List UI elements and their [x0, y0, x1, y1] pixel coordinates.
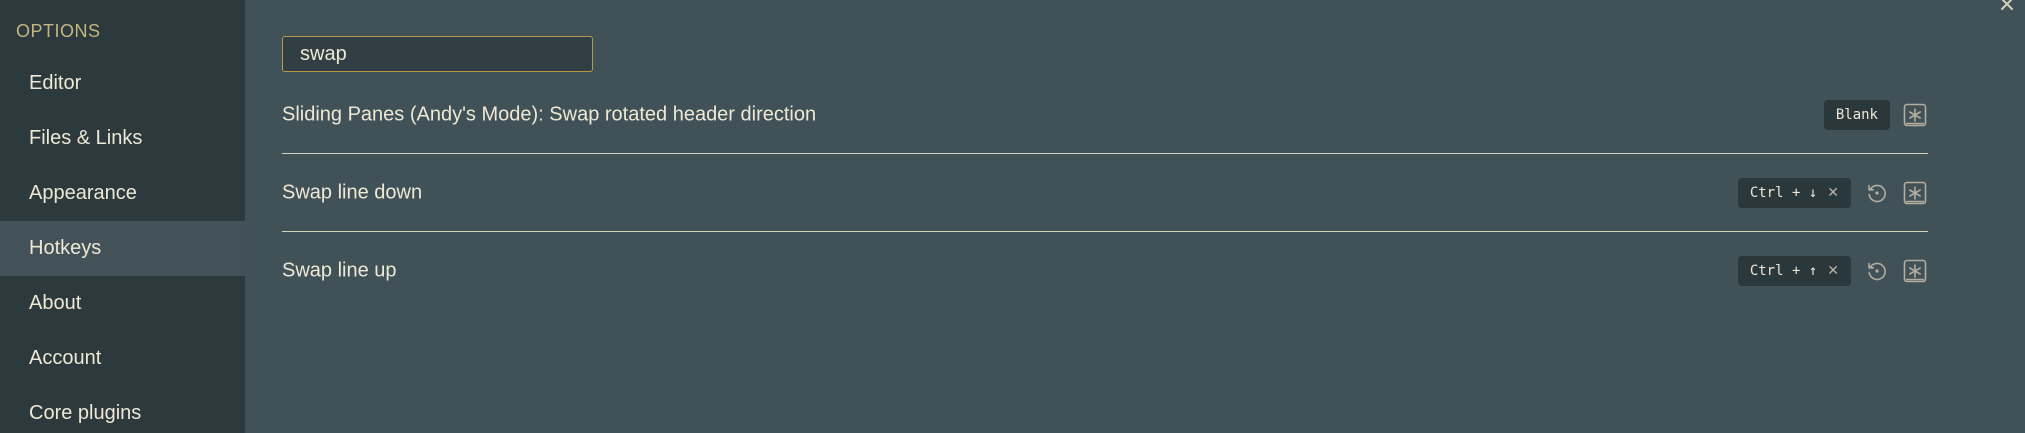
hotkey-controls: Ctrl + ↓ ✕ [1737, 177, 1928, 208]
sidebar-item-files-links[interactable]: Files & Links [0, 111, 245, 166]
hotkey-command-label: Swap line down [282, 181, 423, 203]
restore-default-icon [1868, 184, 1886, 202]
hotkey-command-label: Sliding Panes (Andy's Mode): Swap rotate… [282, 103, 817, 125]
sidebar-heading: OPTIONS [16, 21, 101, 41]
hotkey-chip-label: Ctrl + ↓ [1749, 184, 1818, 201]
hotkey-controls: Ctrl + ↑ ✕ [1737, 256, 1928, 286]
add-hotkey-button[interactable] [1902, 102, 1928, 128]
remove-hotkey-icon[interactable]: ✕ [1827, 185, 1839, 201]
hotkey-chip-label: Ctrl + ↑ [1749, 263, 1818, 279]
sidebar-item-hotkeys[interactable]: Hotkeys [0, 221, 245, 276]
hotkey-row: Swap line up Ctrl + ↑ ✕ [282, 232, 1928, 310]
restore-default-icon [1868, 262, 1886, 281]
hotkey-controls: Blank [1823, 99, 1928, 130]
close-icon [2001, 0, 2013, 10]
add-hotkey-button[interactable] [1902, 180, 1928, 206]
remove-hotkey-icon[interactable]: ✕ [1827, 263, 1839, 279]
add-hotkey-icon [1903, 103, 1927, 126]
hotkey-row: Sliding Panes (Andy's Mode): Swap rotate… [282, 76, 1928, 154]
hotkey-chip: Blank [1823, 99, 1890, 130]
restore-default-button[interactable] [1864, 258, 1890, 284]
settings-sidebar: OPTIONS Editor Files & Links Appearance … [0, 0, 245, 433]
add-hotkey-icon [1903, 259, 1927, 283]
hotkey-chip: Ctrl + ↑ ✕ [1737, 256, 1851, 286]
hotkey-row: Swap line down Ctrl + ↓ ✕ [282, 154, 1928, 232]
settings-window: OPTIONS Editor Files & Links Appearance … [0, 0, 2025, 433]
hotkey-command-label: Swap line up [282, 259, 397, 282]
close-button[interactable] [1997, 0, 2017, 14]
hotkey-chip: Ctrl + ↓ ✕ [1737, 177, 1851, 208]
hotkey-search-input[interactable] [282, 36, 593, 72]
sidebar-item-editor[interactable]: Editor [0, 56, 245, 111]
add-hotkey-button[interactable] [1902, 258, 1928, 284]
hotkey-chip-label: Blank [1835, 106, 1878, 123]
sidebar-item-account[interactable]: Account [0, 331, 245, 386]
sidebar-item-core-plugins[interactable]: Core plugins [0, 386, 245, 433]
restore-default-button[interactable] [1864, 180, 1890, 206]
hotkeys-panel: Sliding Panes (Andy's Mode): Swap rotate… [245, 0, 2025, 433]
sidebar-item-appearance[interactable]: Appearance [0, 166, 245, 221]
sidebar-item-about[interactable]: About [0, 276, 245, 331]
add-hotkey-icon [1903, 181, 1927, 204]
